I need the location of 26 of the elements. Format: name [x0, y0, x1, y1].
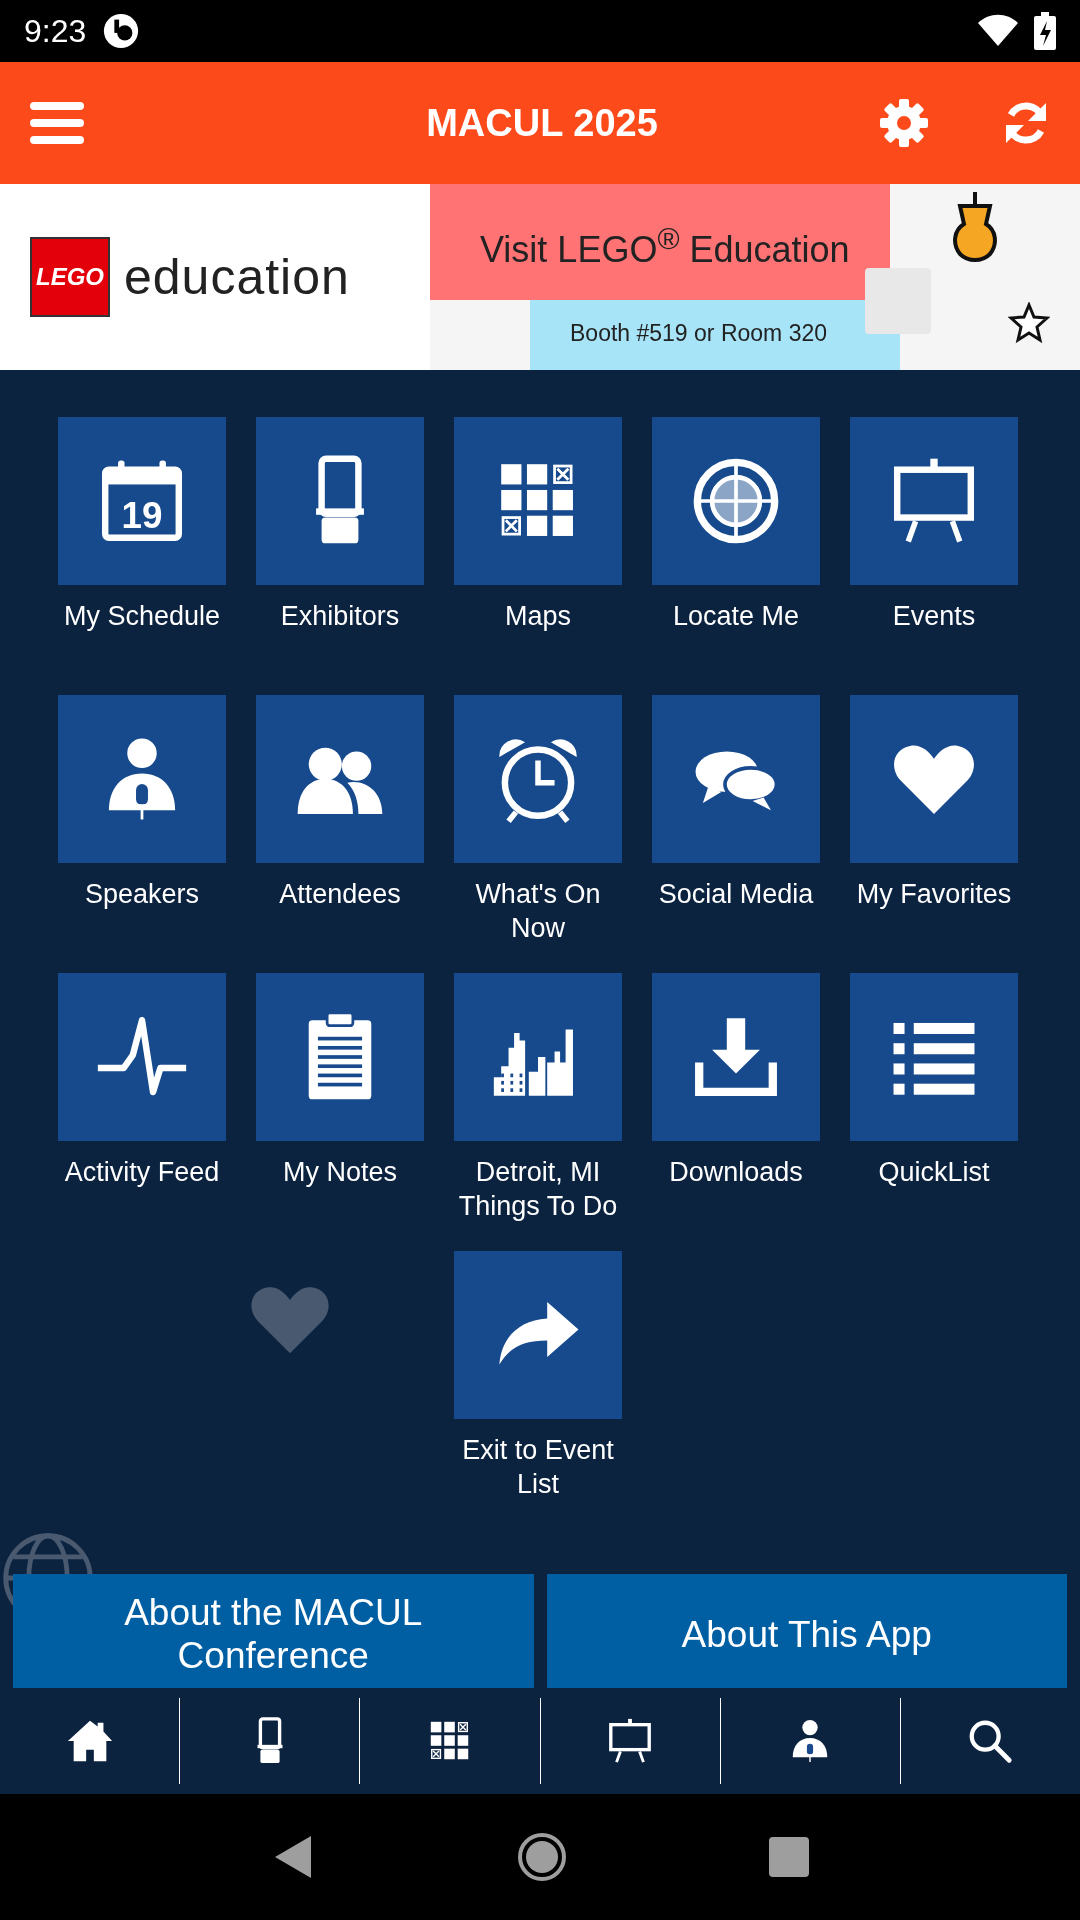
info-button[interactable]: About This App	[546, 1574, 1067, 1688]
sponsor-banner[interactable]: LEGO education Visit LEGO$^{®}$ Education Booth #519 or Room 320	[0, 184, 1080, 370]
tile-label: Activity Feed	[63, 1156, 221, 1189]
banner-headline: Visit LEGO$^{®}$ Education	[480, 222, 850, 271]
feature-tile[interactable]: 19	[58, 417, 226, 585]
tile-label: What's On Now	[474, 878, 602, 945]
clock-time: 9:23	[24, 12, 87, 50]
tile-label: Exhibitors	[279, 600, 401, 633]
tile-label: Maps	[504, 600, 572, 633]
tile-label: Downloads	[668, 1156, 804, 1189]
logo-badge: LEGO	[30, 237, 110, 317]
tile-label: My Favorites	[855, 878, 1013, 911]
tile-label: Detroit, MI Things To Do	[457, 1156, 619, 1223]
tile-label: My Notes	[282, 1156, 398, 1189]
app-title: MACUL 2025	[425, 101, 659, 145]
tile-label: Speakers	[83, 878, 201, 911]
info-button[interactable]: About the MACUL Conference	[13, 1574, 534, 1688]
tile-label: QuickList	[877, 1156, 991, 1189]
banner-subline: Booth #519 or Room 320	[570, 320, 827, 347]
tile-label: Locate Me	[671, 600, 801, 633]
tile-label: Attendees	[278, 878, 402, 911]
tile-label: Exit to Event List	[461, 1434, 615, 1501]
logo-wordmark: education	[124, 248, 350, 306]
tile-label: My Schedule	[62, 600, 222, 633]
tile-label: Events	[891, 600, 977, 633]
tile-label: Social Media	[657, 878, 815, 911]
